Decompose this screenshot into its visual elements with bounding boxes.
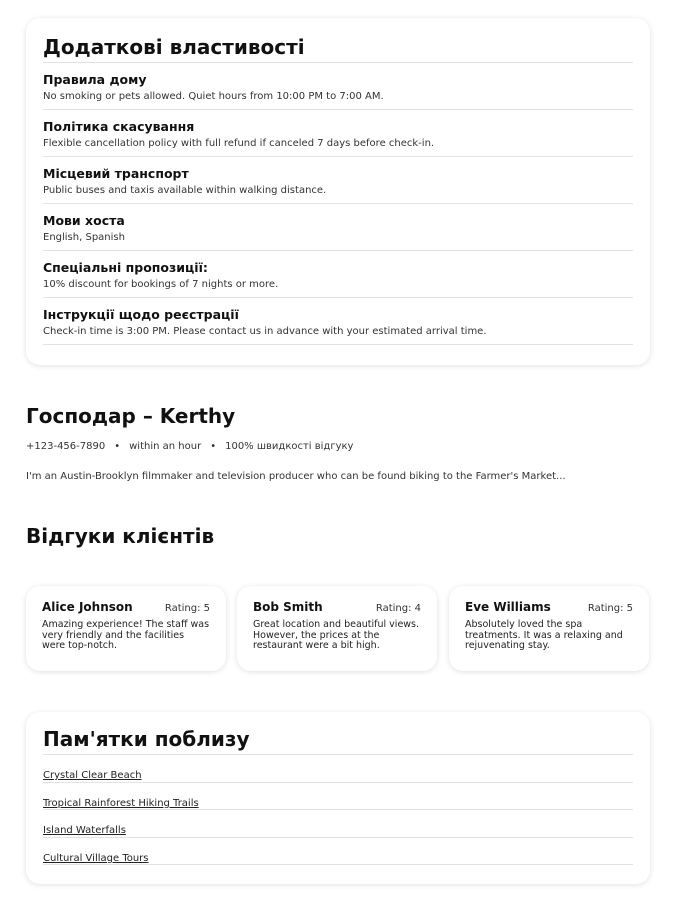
review-rating: Rating: 4 (375, 603, 421, 614)
review-text: Great location and beautiful views. Howe… (253, 619, 420, 651)
additional-properties-card: Додаткові властивості Правила дому No sm… (26, 18, 650, 365)
property-value: Check-in time is 3:00 PM. Please contact… (43, 326, 487, 337)
review-text: Amazing experience! The staff was very f… (42, 619, 210, 651)
property-label: Політика скасування (43, 119, 195, 134)
host-section: Господар – Kerthy +123-456-7890 • within a… (26, 402, 646, 484)
review-rating: Rating: 5 (164, 603, 210, 614)
reviews-title: Відгуки клієнтів (26, 524, 215, 548)
review-card: Eve Williams Rating: 5 Absolutely loved … (449, 586, 649, 671)
property-label: Спеціальні пропозиції: (43, 260, 208, 275)
attraction-link[interactable]: Island Waterfalls (43, 825, 126, 836)
host-response-time: within an hour (129, 441, 202, 452)
property-label: Мови хоста (43, 213, 125, 228)
attraction-item: Crystal Clear Beach (43, 755, 633, 783)
attractions-title: Пам'ятки поблизу (43, 727, 250, 751)
host-title: Господар – Kerthy (26, 404, 236, 428)
property-value: 10% discount for bookings of 7 nights or… (43, 279, 279, 290)
reviewer-name: Bob Smith (253, 600, 323, 614)
host-phone: +123-456-7890 (26, 441, 106, 452)
properties-title: Додаткові властивості (43, 35, 305, 59)
host-response-rate: 100% швидкості відгуку (225, 441, 354, 452)
separator-dot: • (114, 441, 121, 452)
review-text: Absolutely loved the spa treatments. It … (465, 619, 623, 651)
separator-dot: • (210, 441, 217, 452)
host-bio: I'm an Austin-Brooklyn filmmaker and tel… (26, 471, 566, 482)
property-house-rules: Правила дому No smoking or pets allowed.… (43, 63, 633, 110)
reviewer-name: Eve Williams (465, 600, 551, 614)
property-local-transport: Місцевий транспорт Public buses and taxi… (43, 157, 633, 204)
review-rating: Rating: 5 (587, 603, 633, 614)
attraction-item: Island Waterfalls (43, 810, 633, 838)
reviewer-name: Alice Johnson (42, 600, 133, 614)
property-host-languages: Мови хоста English, Spanish (43, 204, 633, 251)
attraction-link[interactable]: Tropical Rainforest Hiking Trails (43, 798, 199, 809)
property-value: English, Spanish (43, 232, 125, 243)
attraction-link[interactable]: Cultural Village Tours (43, 853, 149, 864)
property-label: Інструкції щодо реєстрації (43, 307, 239, 322)
property-label: Правила дому (43, 72, 147, 87)
property-label: Місцевий транспорт (43, 166, 189, 181)
property-special-offers: Спеціальні пропозиції: 10% discount for … (43, 251, 633, 298)
attraction-item: Tropical Rainforest Hiking Trails (43, 783, 633, 810)
attraction-link[interactable]: Crystal Clear Beach (43, 770, 142, 781)
property-value: Flexible cancellation policy with full r… (43, 138, 435, 149)
review-card: Bob Smith Rating: 4 Great location and b… (237, 586, 437, 671)
attraction-item: Cultural Village Tours (43, 838, 633, 865)
host-meta: +123-456-7890 • within an hour • 100% швидко… (26, 440, 646, 454)
property-checkin-instructions: Інструкції щодо реєстрації Check-in time… (43, 298, 633, 345)
property-value: No smoking or pets allowed. Quiet hours … (43, 91, 384, 102)
nearby-attractions-card: Пам'ятки поблизу Crystal Clear Beach Tro… (26, 712, 650, 884)
review-card: Alice Johnson Rating: 5 Amazing experien… (26, 586, 226, 671)
property-value: Public buses and taxis available within … (43, 185, 327, 196)
property-cancellation-policy: Політика скасування Flexible cancellatio… (43, 110, 633, 157)
